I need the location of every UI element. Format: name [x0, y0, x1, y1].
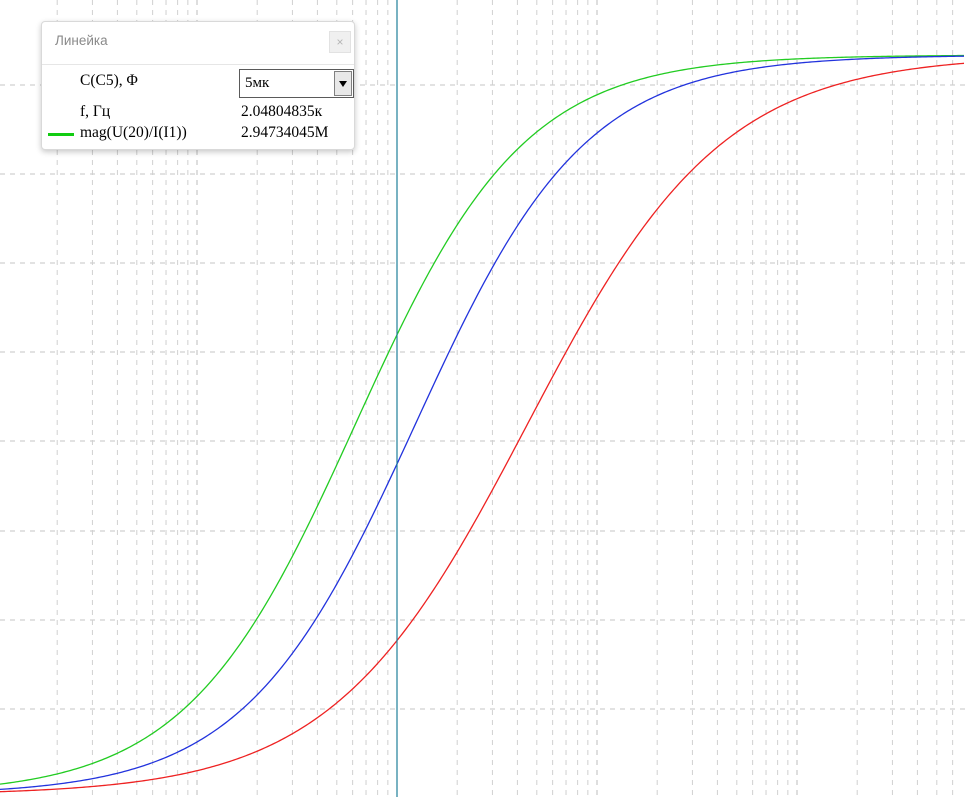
- series-line-1: [0, 54, 965, 785]
- panel-separator: [42, 64, 354, 65]
- series-label: mag(U(20)/I(I1)): [80, 124, 187, 141]
- param-select[interactable]: 5мк: [239, 69, 354, 98]
- param-select-value: 5мк: [245, 75, 270, 91]
- grid-horizontal-lines: [0, 84, 965, 710]
- series-value: 2.94734045M: [241, 124, 329, 141]
- freq-label: f, Гц: [80, 103, 111, 120]
- param-label: C(C5), Φ: [80, 72, 138, 89]
- panel-title: Линейка: [55, 33, 108, 48]
- curves: [0, 54, 965, 793]
- dropdown-button[interactable]: [334, 71, 352, 96]
- series-color-swatch: [48, 133, 74, 136]
- series-line-2: [0, 55, 965, 791]
- chevron-down-icon: [339, 81, 347, 87]
- close-button[interactable]: ×: [329, 31, 351, 53]
- series-line-3: [0, 62, 965, 793]
- ruler-panel[interactable]: Линейка × C(C5), Φ 5мк f, Гц 2.04804835к…: [41, 21, 355, 150]
- freq-value: 2.04804835к: [241, 103, 323, 120]
